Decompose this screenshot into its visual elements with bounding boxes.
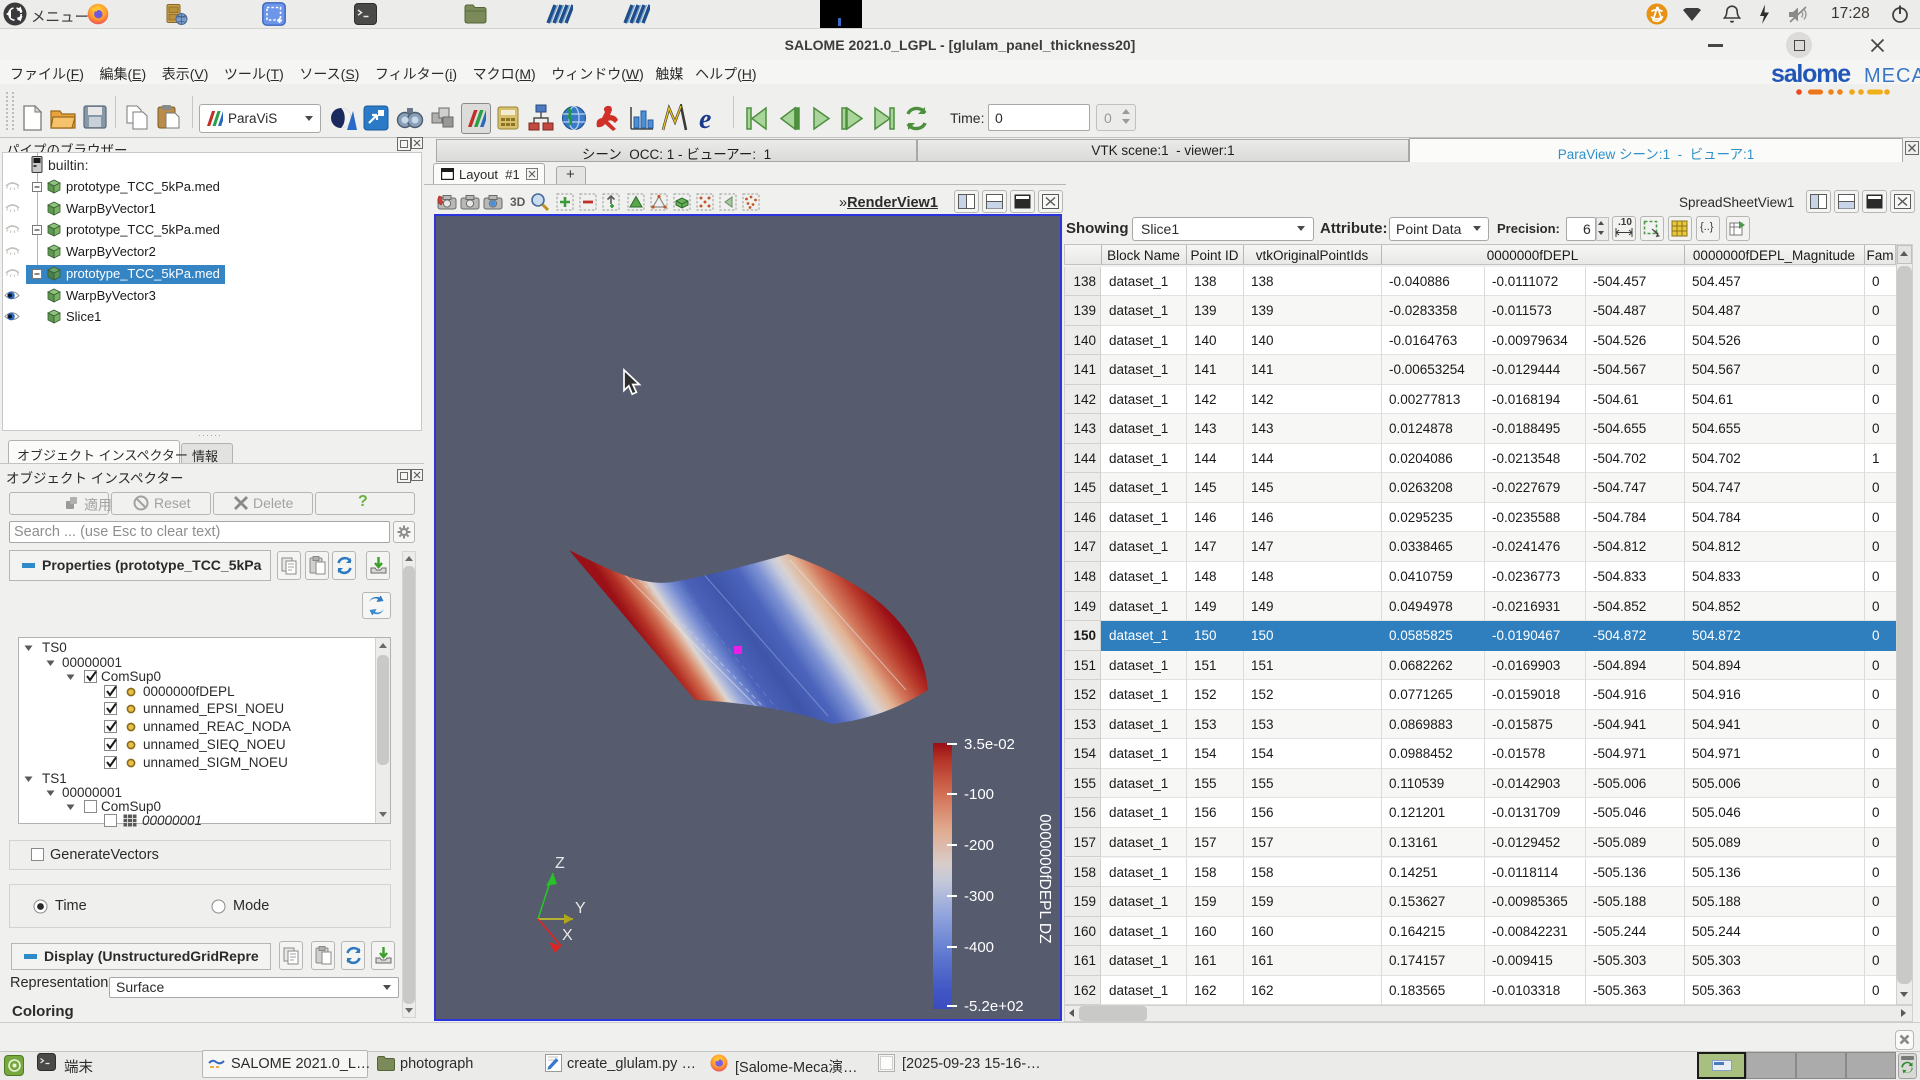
svg-text:-200: -200: [964, 837, 994, 854]
svg-text:e: e: [699, 105, 711, 132]
svg-text:Y: Y: [575, 900, 586, 917]
svg-text:-400: -400: [964, 939, 994, 956]
svg-text:3.5e-02: 3.5e-02: [964, 736, 1015, 753]
svg-text:X: X: [562, 927, 573, 944]
svg-text:-300: -300: [964, 888, 994, 905]
svg-text:-100: -100: [964, 786, 994, 803]
svg-text:-5.2e+02: -5.2e+02: [964, 998, 1024, 1015]
svg-text:0000000fDEPL DZ: 0000000fDEPL DZ: [1036, 814, 1053, 944]
svg-text:Z: Z: [555, 855, 565, 872]
